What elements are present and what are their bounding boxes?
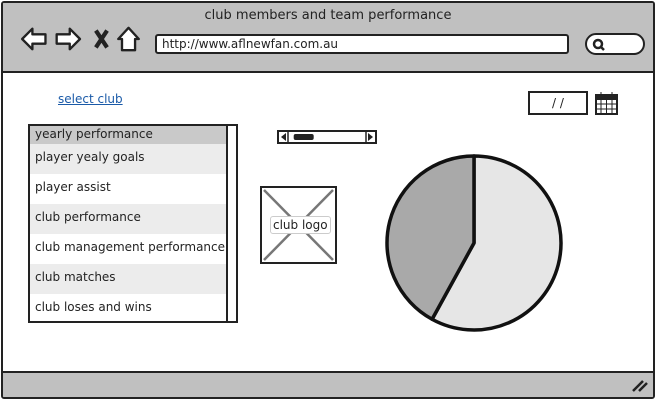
scroll-right-icon[interactable] (368, 133, 373, 141)
forward-arrow-icon[interactable] (55, 27, 82, 51)
list-header[interactable]: yearly performance (30, 126, 236, 144)
select-club-link[interactable]: select club (58, 92, 123, 106)
list-item[interactable]: player assist (30, 174, 236, 204)
home-icon[interactable] (117, 26, 140, 52)
club-logo-image: club logo (260, 186, 337, 264)
list-item[interactable]: club performance (30, 204, 236, 234)
calendar-icon[interactable] (595, 91, 619, 115)
search-icon (592, 38, 605, 51)
pie-chart (385, 154, 563, 332)
search-box[interactable] (585, 33, 645, 55)
list-scrollbar[interactable] (226, 126, 236, 321)
scroll-left-icon[interactable] (281, 133, 286, 141)
list-item[interactable]: club matches (30, 264, 236, 294)
club-logo-label: club logo (270, 216, 331, 234)
date-field[interactable]: / / (528, 91, 588, 115)
list-item[interactable]: club management performance (30, 234, 236, 264)
browser-toolbar: club members and team performance http:/… (3, 3, 653, 73)
stop-icon[interactable] (94, 29, 109, 49)
horizontal-scrollbar[interactable] (277, 130, 377, 144)
url-bar[interactable]: http://www.aflnewfan.com.au (155, 34, 569, 54)
list-item[interactable]: player yealy goals (30, 144, 236, 174)
back-arrow-icon[interactable] (20, 27, 47, 51)
list-item[interactable]: club loses and wins (30, 294, 236, 324)
status-bar (3, 371, 653, 397)
window-title: club members and team performance (204, 8, 452, 23)
scroll-thumb[interactable] (293, 134, 314, 140)
performance-list[interactable]: yearly performance player yealy goals pl… (28, 124, 238, 323)
resize-grip-icon[interactable] (629, 377, 649, 393)
